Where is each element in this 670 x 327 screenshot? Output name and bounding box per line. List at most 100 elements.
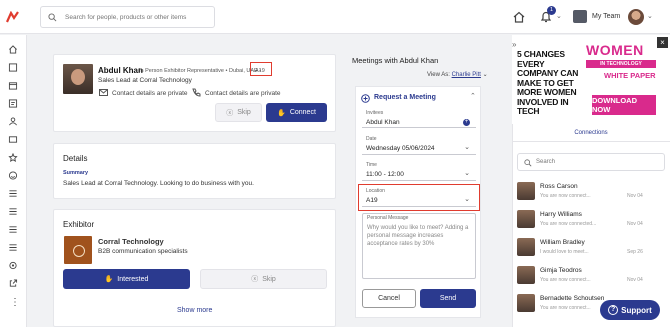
show-more-link[interactable]: Show more <box>177 307 212 314</box>
time-field[interactable]: Time 11:00 - 12:00 ⌄ <box>362 160 476 181</box>
avatar <box>517 266 535 284</box>
location-highlight <box>250 62 272 76</box>
close-circle-icon: ⓧ <box>251 276 259 283</box>
date-field[interactable]: Date Wednesday 05/06/2024 ⌄ <box>362 134 476 155</box>
connection-date: Nov 04 <box>627 221 643 227</box>
profile-photo <box>63 64 93 94</box>
list-icon[interactable] <box>8 243 18 252</box>
settings-icon[interactable] <box>8 261 18 270</box>
chevron-down-icon[interactable]: ⌄ <box>647 12 653 20</box>
personal-message-field[interactable]: Personal Message Why would you like to m… <box>362 213 476 279</box>
avatar <box>517 182 535 200</box>
mail-icon <box>99 89 108 96</box>
connection-date: Nov 04 <box>627 193 643 199</box>
user-avatar[interactable] <box>628 9 644 25</box>
people-icon[interactable] <box>8 117 18 126</box>
handshake-icon: ✋ <box>277 109 286 117</box>
expand-icon[interactable] <box>8 63 18 72</box>
skip-button[interactable]: ⓧ Skip <box>215 103 262 122</box>
contact-private-email: Contact details are private <box>112 90 188 97</box>
avatar <box>517 294 535 312</box>
company-name[interactable]: Corral Technology <box>98 237 164 246</box>
help-icon: ? <box>608 305 619 315</box>
company-tagline: B2B communication specialists <box>98 248 188 255</box>
invitees-field[interactable]: Invitees Abdul Khan + <box>362 108 476 128</box>
close-icon[interactable]: × <box>657 37 668 48</box>
cancel-button[interactable]: Cancel <box>362 289 416 308</box>
message-label: Personal Message <box>367 215 409 221</box>
summary-text: Sales Lead at Corral Technology. Looking… <box>63 180 254 187</box>
plus-circle-icon <box>361 94 370 103</box>
connection-item[interactable]: Harry Williams You are now connected... … <box>517 210 665 236</box>
invitees-value: Abdul Khan <box>366 119 400 126</box>
ad-headline: 5 CHANGES EVERY COMPANY CAN MAKE TO GET … <box>517 49 579 116</box>
connection-status: You are now connect... <box>540 193 591 199</box>
smile-icon[interactable] <box>8 171 18 180</box>
ad-brand: WOMEN <box>586 42 644 58</box>
connection-status: I would love to meet... <box>540 249 589 255</box>
interested-button[interactable]: ✋ Interested <box>63 269 190 289</box>
left-sidebar: ⋮ <box>0 35 27 327</box>
message-placeholder: Why would you like to meet? Adding a per… <box>367 225 469 247</box>
avatar <box>517 238 535 256</box>
app-logo-icon[interactable] <box>6 11 20 23</box>
home-icon[interactable] <box>513 11 525 23</box>
list-icon[interactable] <box>8 225 18 234</box>
profile-meta: In Person Exhibitor Representative • Dub… <box>139 68 262 74</box>
time-value: 11:00 - 12:00 <box>366 171 404 178</box>
agenda-icon[interactable] <box>8 99 18 108</box>
summary-label: Summary <box>63 170 89 176</box>
connection-date: Nov 04 <box>627 277 643 283</box>
profile-role: Sales Lead at Corral Technology <box>98 77 192 84</box>
connections-search[interactable]: Search <box>517 153 665 171</box>
chevron-down-icon[interactable]: ⌄ <box>464 169 470 177</box>
my-team-link[interactable]: My Team <box>592 13 620 20</box>
phone-icon <box>192 88 201 97</box>
more-icon[interactable]: ⋮ <box>10 297 20 308</box>
connect-label: Connect <box>289 109 316 116</box>
list-icon[interactable] <box>8 189 18 198</box>
view-as-label: View As: <box>427 72 450 78</box>
connect-button[interactable]: ✋ Connect <box>266 103 327 122</box>
connection-name: Bernadette Schoutsen <box>540 295 605 302</box>
connection-date: Sep 26 <box>627 249 643 255</box>
ticket-icon[interactable] <box>8 135 18 144</box>
exhibitor-title: Exhibitor <box>63 220 95 229</box>
star-icon[interactable] <box>8 153 18 162</box>
global-search[interactable] <box>40 6 215 28</box>
view-as[interactable]: View As: Charlie Pitt ⌄ <box>427 71 488 78</box>
list-icon[interactable] <box>8 207 18 216</box>
request-meeting-title[interactable]: Request a Meeting <box>374 94 436 101</box>
send-button[interactable]: Send <box>420 289 476 308</box>
exhibitor-skip-label: Skip <box>262 275 276 283</box>
chevron-down-icon[interactable]: ⌄ <box>556 12 562 20</box>
search-input[interactable] <box>65 11 210 24</box>
chevron-up-icon[interactable]: ⌃ <box>470 92 476 100</box>
add-invitee-icon[interactable]: + <box>463 119 470 126</box>
external-link-icon[interactable] <box>8 279 18 288</box>
exhibitor-skip-button[interactable]: ⓧ Skip <box>200 269 327 289</box>
calendar-icon[interactable] <box>8 81 18 90</box>
expand-arrows-icon[interactable]: » <box>512 40 516 49</box>
connection-name: Ross Carson <box>540 183 578 190</box>
time-label: Time <box>366 162 377 168</box>
connection-item[interactable]: Gimja Teodros You are now connect... Nov… <box>517 266 665 292</box>
chevron-down-icon[interactable]: ⌄ <box>464 143 470 151</box>
search-icon <box>48 13 57 22</box>
view-as-value[interactable]: Charlie Pitt <box>452 72 481 78</box>
company-logo[interactable] <box>64 236 92 264</box>
details-title: Details <box>63 154 88 163</box>
notification-badge: 1 <box>547 6 556 15</box>
support-button[interactable]: ? Support <box>600 300 660 320</box>
close-circle-icon: ⓧ <box>226 109 234 117</box>
tab-connections[interactable]: Connections <box>512 130 670 136</box>
date-label: Date <box>366 136 377 142</box>
ad-download-button[interactable]: DOWNLOAD NOW <box>592 95 656 115</box>
home-icon[interactable] <box>8 45 18 54</box>
chevron-down-icon[interactable]: ⌄ <box>483 72 488 78</box>
connections-search-placeholder: Search <box>536 159 556 165</box>
connection-item[interactable]: William Bradley I would love to meet... … <box>517 238 665 264</box>
connection-item[interactable]: Ross Carson You are now connect... Nov 0… <box>517 182 665 208</box>
team-icon[interactable] <box>573 10 587 23</box>
handshake-icon: ✋ <box>104 276 114 283</box>
